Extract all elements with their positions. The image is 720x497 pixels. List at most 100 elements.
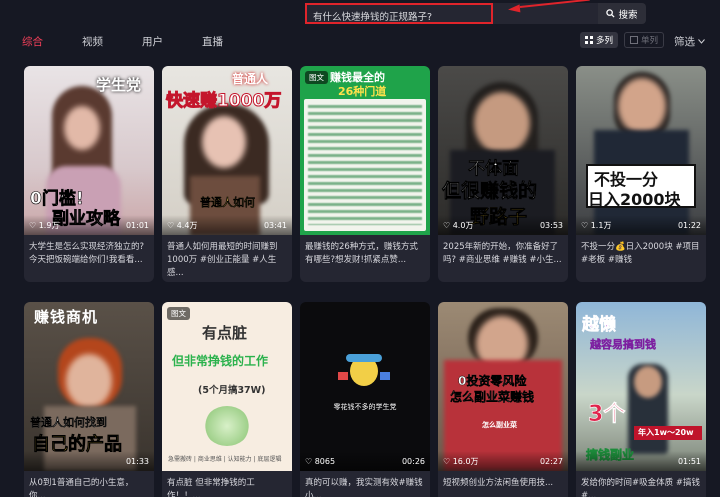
search-button[interactable]: 搜索	[598, 3, 646, 24]
thumb-overlay-text: 3个	[588, 402, 626, 428]
video-description[interactable]: 不投一分💰日入2000块 #项目 #老板 #赚钱	[576, 235, 706, 282]
thumb-overlay-text: 零花钱不多的学生党	[333, 403, 397, 411]
like-value: 1.1万	[590, 220, 612, 230]
thumb-overlay-text: 怎么副业菜赚钱	[450, 390, 535, 404]
duration: 03:41	[263, 220, 287, 230]
duration: 00:26	[401, 456, 425, 466]
thumb-meta: ♡ 01:33	[24, 451, 154, 471]
video-card[interactable]: 赚钱商机 普通人如何找到 自己的产品 ♡ 01:33 从0到1普通自己的小生意，…	[24, 302, 154, 497]
thumb-overlay-text: 越懒	[582, 315, 617, 336]
like-value: 4.4万	[176, 220, 198, 230]
thumb-meta: ♡ 1.1万 01:22	[576, 215, 706, 235]
post-list-panel	[304, 99, 426, 231]
like-count: ♡ 1.1万	[581, 220, 612, 230]
video-description[interactable]: 从0到1普通自己的小生意，你...	[24, 471, 154, 497]
video-description[interactable]: 真的可以赚，我实测有效#赚钱小...	[300, 471, 430, 497]
duration: 03:53	[539, 220, 563, 230]
thumb-overlay-text: 26种门道	[338, 85, 387, 98]
tab-video[interactable]: 视频	[82, 34, 103, 49]
like-value: 4.0万	[452, 220, 474, 230]
video-description[interactable]: 短视频创业方法闲鱼使用技...	[438, 471, 568, 497]
duration: 01:33	[125, 456, 149, 466]
chevron-down-icon	[698, 39, 705, 44]
video-card[interactable]: 越懒 越容易搞到钱 3个 年入1w～20w 搞钱副业 ♡ 01:51 发给你的时…	[576, 302, 706, 497]
thumb-meta: ♡ 8065 00:26	[300, 451, 430, 471]
like-value: 1.9万	[38, 220, 60, 230]
video-card[interactable]: 普通人 快速赚1000万 普通人如何 ♡ 4.4万 03:41 普通人如何用最短…	[162, 66, 292, 282]
video-card[interactable]: 零花钱不多的学生党 ♡ 8065 00:26 真的可以赚，我实测有效#赚钱小..…	[300, 302, 430, 497]
tab-live[interactable]: 直播	[202, 34, 223, 49]
thumb-overlay-text: 年入1w～20w	[638, 428, 694, 437]
thumb-overlay-text: 快速赚1000万	[165, 91, 282, 112]
video-card[interactable]: 不投一分 日入2000块 ♡ 1.1万 01:22 不投一分💰日入2000块 #…	[576, 66, 706, 282]
thumb-meta: ♡ 01:51	[576, 451, 706, 471]
duration: 01:22	[677, 220, 701, 230]
video-thumbnail[interactable]: 越懒 越容易搞到钱 3个 年入1w～20w 搞钱副业 ♡ 01:51	[576, 302, 706, 471]
annotation-arrow-head	[507, 4, 521, 14]
post-description[interactable]: 有点脏 但非常挣钱的工作！！...	[162, 471, 292, 497]
like-value: 16.0万	[452, 456, 479, 466]
thumb-meta: ♡ 4.4万 03:41	[162, 215, 292, 235]
video-thumbnail[interactable]: 不体面 但很赚钱的 野路子 ♡ 4.0万 03:53	[438, 66, 568, 235]
thumb-overlay-text: 普通人如何	[200, 196, 255, 209]
video-card[interactable]: 学生党 0门槛! 副业攻略 ♡ 1.9万 01:01 大学生是怎么实现经济独立的…	[24, 66, 154, 282]
single-column-label: 单列	[641, 36, 659, 46]
image-post-badge: 图文	[305, 71, 328, 84]
result-tabs: 综合 视频 用户 直播	[22, 34, 262, 49]
post-thumbnail[interactable]: 图文 赚钱最全的 26种门道	[300, 66, 430, 235]
image-post-badge: 图文	[167, 307, 190, 320]
single-column-button[interactable]: 单列	[624, 32, 665, 48]
thumb-overlay-text: 但很赚钱的	[442, 180, 538, 203]
multi-column-button[interactable]: 多列	[580, 32, 619, 48]
thumb-overlay-text: (5个月搞37W)	[198, 385, 266, 396]
video-thumbnail[interactable]: 学生党 0门槛! 副业攻略 ♡ 1.9万 01:01	[24, 66, 154, 235]
filter-button[interactable]: 筛选	[674, 34, 705, 49]
post-thumbnail[interactable]: 图文 有点脏 但非常挣钱的工作 (5个月搞37W) 急需搬砖 | 商业思维 | …	[162, 302, 292, 471]
like-count: ♡ 8065	[305, 456, 336, 466]
duration: 02:27	[539, 456, 563, 466]
video-description[interactable]: 发给你的时间#吸金体质 #搞钱 #...	[576, 471, 706, 497]
like-value: 8065	[314, 456, 336, 466]
video-card[interactable]: 不体面 但很赚钱的 野路子 ♡ 4.0万 03:53 2025年新的开始，你准备…	[438, 66, 568, 282]
thumb-meta: ♡ 1.9万 01:01	[24, 215, 154, 235]
image-post-card[interactable]: 图文 有点脏 但非常挣钱的工作 (5个月搞37W) 急需搬砖 | 商业思维 | …	[162, 302, 292, 497]
filter-label: 筛选	[674, 36, 695, 48]
thumb-overlay-text: 怎么副业菜	[482, 421, 517, 429]
thumb-overlay-text: 赚钱商机	[34, 308, 99, 326]
tab-user[interactable]: 用户	[142, 34, 163, 49]
thumb-overlay-text: 日入2000块	[588, 190, 681, 209]
search-icon	[606, 9, 616, 18]
video-thumbnail[interactable]: 普通人 快速赚1000万 普通人如何 ♡ 4.4万 03:41	[162, 66, 292, 235]
illustration	[204, 406, 250, 446]
thumb-meta: ♡ 4.0万 03:53	[438, 215, 568, 235]
search-input[interactable]	[307, 9, 491, 26]
video-description[interactable]: 2025年新的开始，你准备好了吗? #商业思维 #赚钱 #小生...	[438, 235, 568, 282]
view-toggle: 多列 单列	[580, 32, 665, 48]
video-thumbnail[interactable]: 零花钱不多的学生党 ♡ 8065 00:26	[300, 302, 430, 471]
thumb-overlay-text: 学生党	[96, 76, 142, 94]
thumb-footer-text: 急需搬砖 | 商业思维 | 认知能力 | 底层逻辑	[168, 456, 282, 463]
video-description[interactable]: 大学生是怎么实现经济独立的?今天把饭碗端给你们!我看看...	[24, 235, 154, 282]
thumb-overlay-text: 越容易搞到钱	[590, 338, 656, 351]
tab-general[interactable]: 综合	[22, 34, 43, 49]
thumb-overlay-text: 普通人	[232, 72, 269, 86]
like-count: ♡ 4.4万	[167, 220, 198, 230]
like-count: ♡ 1.9万	[29, 220, 60, 230]
thumb-overlay-text: 普通人如何找到	[30, 416, 107, 429]
video-thumbnail[interactable]: 不投一分 日入2000块 ♡ 1.1万 01:22	[576, 66, 706, 235]
duration: 01:01	[125, 220, 149, 230]
video-thumbnail[interactable]: 0投资零风险 怎么副业菜赚钱 怎么副业菜 ♡ 16.0万 02:27	[438, 302, 568, 471]
duration: 01:51	[677, 456, 701, 466]
video-thumbnail[interactable]: 赚钱商机 普通人如何找到 自己的产品 ♡ 01:33	[24, 302, 154, 471]
post-description[interactable]: 最赚钱的26种方式，赚钱方式有哪些?想发财!抓紧点赞...	[300, 235, 430, 282]
multi-column-label: 多列	[596, 36, 614, 46]
video-description[interactable]: 普通人如何用最短的时间赚到1000万 #创业正能量 #人生感...	[162, 235, 292, 282]
video-card[interactable]: 0投资零风险 怎么副业菜赚钱 怎么副业菜 ♡ 16.0万 02:27 短视频创业…	[438, 302, 568, 497]
single-column-icon	[630, 36, 639, 44]
thumb-overlay-text: 0投资零风险	[458, 374, 527, 388]
thumb-overlay-text: 有点脏	[202, 324, 248, 342]
grid-icon	[585, 36, 593, 44]
search-field-highlighted[interactable]	[305, 3, 493, 26]
image-post-card[interactable]: 图文 赚钱最全的 26种门道 最赚钱的26种方式，赚钱方式有哪些?想发财!抓紧点…	[300, 66, 430, 282]
thumb-meta: ♡ 16.0万 02:27	[438, 451, 568, 471]
